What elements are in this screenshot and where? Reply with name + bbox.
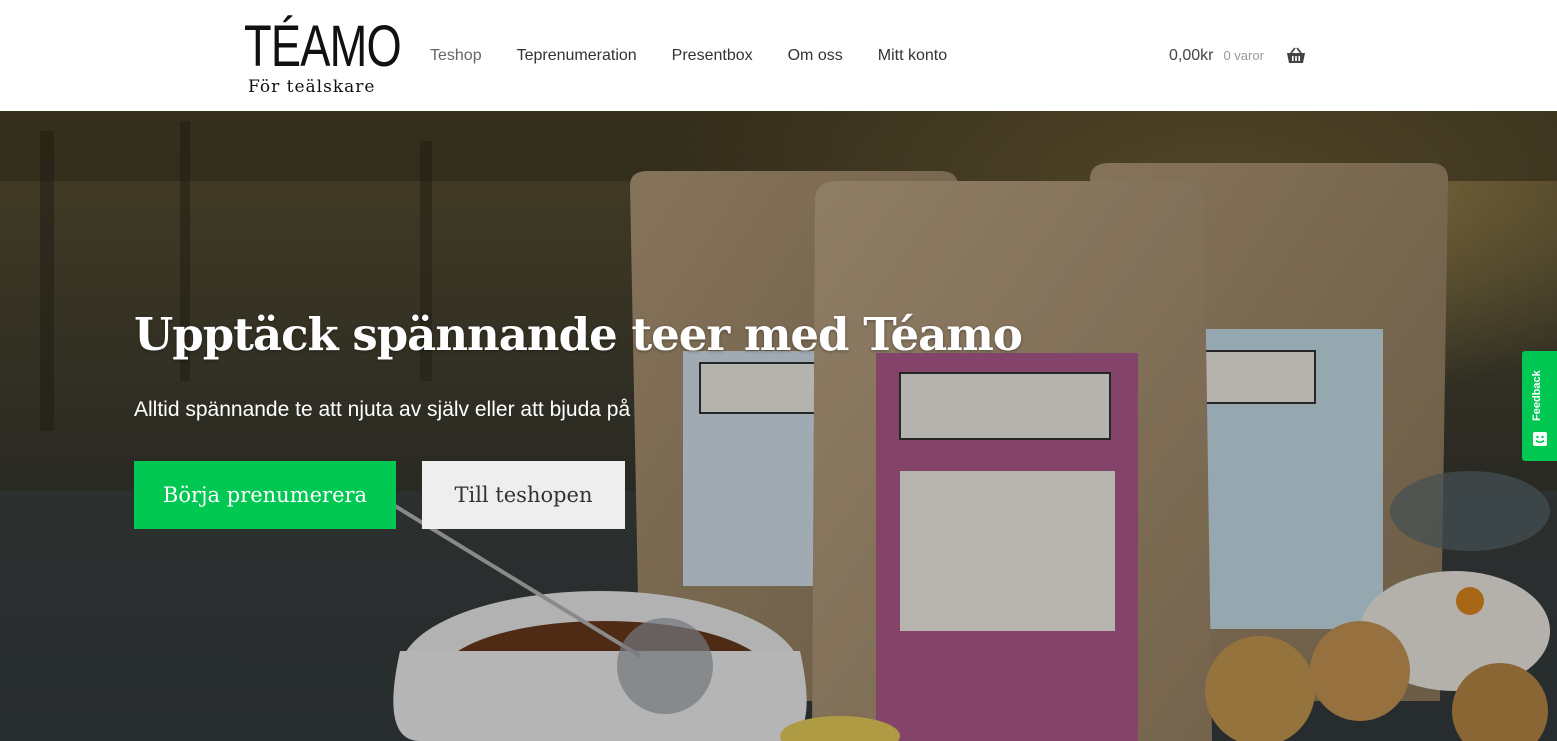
site-header: TÉAMO För teälskare Teshop Teprenumerati… bbox=[0, 0, 1557, 111]
nav-item-om-oss[interactable]: Om oss bbox=[788, 44, 843, 68]
site-logo[interactable]: TÉAMO För teälskare bbox=[244, 14, 402, 100]
hero-dark-overlay bbox=[0, 111, 1557, 741]
nav-item-teprenumeration[interactable]: Teprenumeration bbox=[517, 44, 637, 68]
main-nav: Teshop Teprenumeration Presentbox Om oss… bbox=[430, 44, 947, 68]
hero-title: Upptäck spännande teer med Téamo bbox=[134, 308, 1023, 361]
nav-item-mitt-konto[interactable]: Mitt konto bbox=[878, 44, 947, 68]
cart-item-count: 0 varor bbox=[1223, 48, 1264, 63]
feedback-tab[interactable]: Feedback bbox=[1522, 351, 1557, 461]
go-to-shop-button[interactable]: Till teshopen bbox=[422, 461, 625, 529]
logo-wordmark: TÉAMO bbox=[244, 14, 402, 79]
smiley-icon bbox=[1532, 431, 1548, 447]
logo-tagline: För teälskare bbox=[248, 77, 376, 97]
subscribe-button[interactable]: Börja prenumerera bbox=[134, 461, 396, 529]
hero-banner: Upptäck spännande teer med Téamo Alltid … bbox=[0, 111, 1557, 741]
nav-item-presentbox[interactable]: Presentbox bbox=[672, 44, 753, 68]
hero-subtitle: Alltid spännande te att njuta av själv e… bbox=[134, 398, 631, 421]
feedback-label: Feedback bbox=[1531, 370, 1543, 421]
basket-icon[interactable] bbox=[1286, 47, 1306, 65]
cart-amount: 0,00kr bbox=[1169, 47, 1214, 64]
nav-item-teshop[interactable]: Teshop bbox=[430, 44, 482, 68]
cart-summary[interactable]: 0,00kr 0 varor bbox=[1169, 44, 1306, 68]
